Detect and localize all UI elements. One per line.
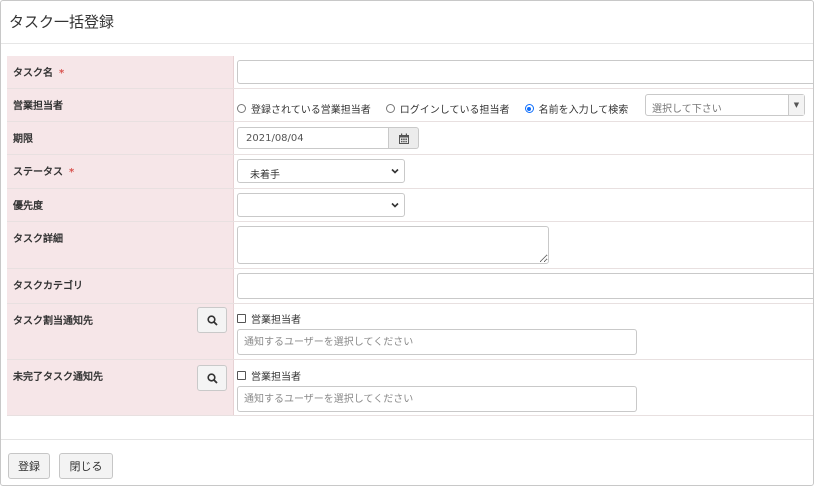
radio-circle: [385, 104, 395, 113]
row-status: ステータス * 未着手: [7, 155, 813, 189]
incomplete-notify-label: 未完了タスク通知先: [13, 372, 103, 383]
row-sales-rep: 営業担当者 登録されている営業担当者 ログインしている担当者 名前を入力して検索…: [7, 89, 813, 122]
status-value: 未着手: [250, 170, 280, 181]
sales-rep-combobox[interactable]: 選択して下さい ▼: [645, 94, 805, 116]
label-cell: 営業担当者: [7, 89, 234, 121]
task-name-input[interactable]: [237, 60, 813, 84]
combobox-placeholder: 選択して下さい: [652, 104, 722, 115]
dropdown-arrow-icon[interactable]: ▼: [788, 95, 804, 115]
row-assign-notify: タスク割当通知先 営業担当者: [7, 304, 813, 360]
label-cell: タスク名 *: [7, 56, 234, 88]
dialog-header: タスク一括登録: [1, 1, 813, 44]
label-cell: タスク詳細: [7, 222, 234, 268]
row-task-name: タスク名 *: [7, 56, 813, 89]
task-form: タスク名 * 営業担当者 登録されている営業担当者 ログインしている担当者 名前を…: [7, 56, 813, 416]
chevron-down-icon: [391, 168, 399, 174]
task-category-input[interactable]: [237, 273, 813, 299]
radio-search-by-name[interactable]: 名前を入力して検索: [524, 101, 628, 116]
calendar-button[interactable]: [389, 127, 419, 149]
radio-circle: [237, 104, 246, 113]
radio-logged-in-rep[interactable]: ログインしている担当者: [385, 101, 510, 116]
label-cell: タスク割当通知先: [7, 304, 234, 359]
task-category-label: タスクカテゴリ: [13, 281, 83, 292]
row-task-detail: タスク詳細: [7, 222, 813, 269]
label-cell: 優先度: [7, 189, 234, 221]
row-task-category: タスクカテゴリ: [7, 269, 813, 304]
task-detail-textarea[interactable]: [237, 226, 549, 264]
assign-notify-user-input[interactable]: [237, 329, 637, 355]
required-mark: *: [69, 167, 75, 178]
checkbox-square: [237, 314, 246, 323]
chevron-down-icon: [391, 202, 399, 208]
footer-divider: [1, 439, 813, 440]
search-icon: [207, 373, 218, 384]
required-mark: *: [59, 68, 65, 79]
label-cell: 未完了タスク通知先: [7, 360, 234, 415]
label-cell: タスクカテゴリ: [7, 269, 234, 303]
assign-notify-sales-rep-checkbox[interactable]: 営業担当者: [237, 311, 301, 326]
label-cell: 期限: [7, 122, 234, 154]
row-incomplete-notify: 未完了タスク通知先 営業担当者: [7, 360, 813, 416]
label-cell: ステータス *: [7, 155, 234, 188]
priority-select[interactable]: [237, 193, 405, 217]
close-button[interactable]: 閉じる: [59, 453, 113, 479]
status-select[interactable]: 未着手: [237, 159, 405, 183]
priority-label: 優先度: [13, 201, 43, 212]
incomplete-notify-search-button[interactable]: [197, 365, 227, 391]
task-bulk-register-dialog: タスク一括登録 タスク名 * 営業担当者 登録されている営業担当者 ログインしてい…: [0, 0, 814, 486]
row-priority: 優先度: [7, 189, 813, 222]
radio-circle-selected: [524, 104, 534, 113]
task-detail-label: タスク詳細: [13, 234, 63, 245]
incomplete-notify-user-input[interactable]: [237, 386, 637, 412]
due-date-input[interactable]: [237, 127, 389, 149]
sales-rep-radio-group: 登録されている営業担当者 ログインしている担当者 名前を入力して検索: [237, 98, 638, 117]
assign-notify-search-button[interactable]: [197, 307, 227, 333]
assign-notify-label: タスク割当通知先: [13, 316, 93, 327]
register-button[interactable]: 登録: [8, 453, 50, 479]
sales-rep-label: 営業担当者: [13, 101, 63, 112]
radio-registered-rep[interactable]: 登録されている営業担当者: [237, 101, 371, 116]
due-date-label: 期限: [13, 134, 33, 145]
dialog-title: タスク一括登録: [9, 13, 115, 31]
task-name-label: タスク名 *: [13, 68, 65, 79]
status-label: ステータス *: [13, 167, 75, 178]
incomplete-notify-sales-rep-checkbox[interactable]: 営業担当者: [237, 368, 301, 383]
search-icon: [207, 315, 218, 326]
checkbox-square: [237, 371, 246, 380]
calendar-icon: [399, 133, 409, 144]
row-due-date: 期限: [7, 122, 813, 155]
